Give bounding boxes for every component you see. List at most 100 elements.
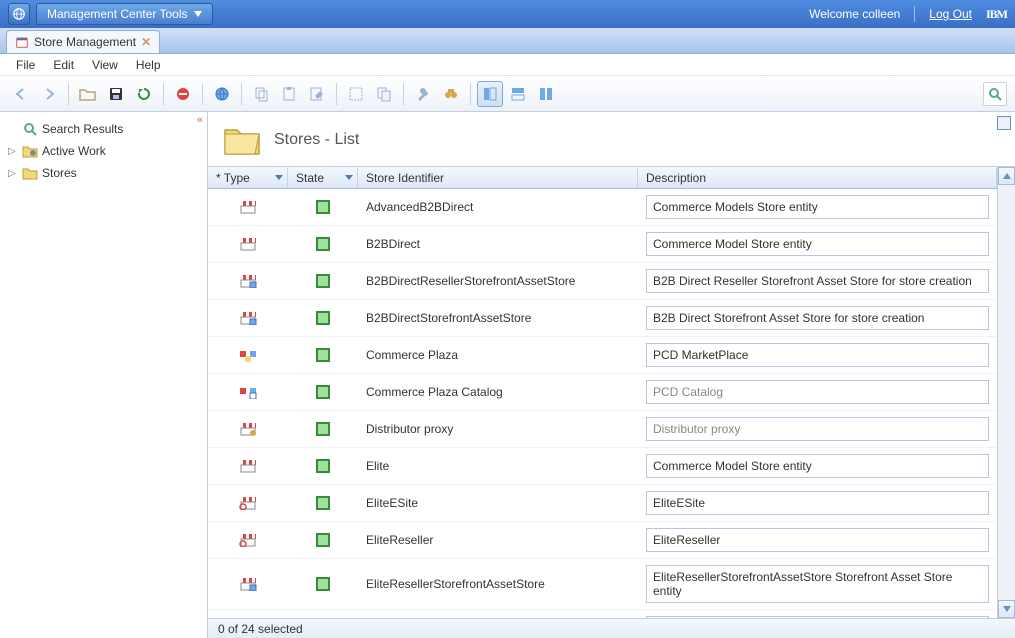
tree-label: Stores [42, 166, 77, 180]
description-field[interactable]: B2B Direct Storefront Asset Store for st… [646, 306, 989, 330]
expand-icon[interactable]: ▷ [8, 168, 18, 179]
refresh-button[interactable] [131, 81, 157, 107]
description-field[interactable]: B2B Direct Reseller Storefront Asset Sto… [646, 269, 989, 293]
select-all-button[interactable] [343, 81, 369, 107]
arrow-left-icon [13, 87, 29, 101]
col-label: * Type [216, 171, 250, 185]
preview-button[interactable] [209, 81, 235, 107]
tree-item-stores[interactable]: ▷ Stores [4, 162, 203, 184]
open-button[interactable] [75, 81, 101, 107]
back-button[interactable] [8, 81, 34, 107]
folder-large-icon [222, 122, 262, 158]
cell-identifier: EliteESite [358, 494, 638, 512]
table-row[interactable]: Commerce Plaza CatalogPCD Catalog [208, 374, 997, 411]
col-header-type[interactable]: * Type [208, 168, 288, 188]
vertical-scrollbar[interactable] [997, 167, 1015, 618]
paste-button[interactable] [276, 81, 302, 107]
cell-type [208, 531, 288, 549]
store-type-icon [239, 348, 257, 362]
tab-store-management[interactable]: Store Management ✕ [6, 30, 160, 53]
restore-window-icon[interactable] [997, 116, 1011, 130]
table-row[interactable]: B2BDirectCommerce Model Store entity [208, 226, 997, 263]
col-header-state[interactable]: State [288, 168, 358, 188]
find-button[interactable] [438, 81, 464, 107]
refresh-icon [136, 86, 152, 102]
table-row[interactable]: Distributor proxyDistributor proxy [208, 411, 997, 448]
menu-view[interactable]: View [84, 56, 126, 74]
grid-header: * Type State Store Identifier Descriptio… [208, 167, 997, 189]
col-header-description[interactable]: Description [638, 168, 997, 188]
show-split-button[interactable] [505, 81, 531, 107]
store-tab-icon [15, 35, 29, 49]
state-open-icon [316, 237, 330, 251]
table-row[interactable]: B2BDirectStorefrontAssetStoreB2B Direct … [208, 300, 997, 337]
col-header-identifier[interactable]: Store Identifier [358, 168, 638, 188]
tools-menu-label: Management Center Tools [47, 7, 188, 21]
cell-type [208, 235, 288, 253]
chevron-down-icon [194, 11, 202, 17]
table-row[interactable]: EliteReseller EliteReseller [208, 522, 997, 559]
duplicate-button[interactable] [371, 81, 397, 107]
cell-identifier: EliteReseller [358, 531, 638, 549]
table-row[interactable]: EliteResellerStorefrontAssetStoreEliteRe… [208, 559, 997, 610]
description-field[interactable]: Commerce Model Store entity [646, 454, 989, 478]
forward-button[interactable] [36, 81, 62, 107]
tab-close-icon[interactable]: ✕ [141, 35, 151, 49]
tools-menu-dropdown[interactable]: Management Center Tools [36, 3, 213, 25]
table-row[interactable]: B2BDirectResellerStorefrontAssetStoreB2B… [208, 263, 997, 300]
table-row[interactable]: AdvancedB2BDirectCommerce Models Store e… [208, 189, 997, 226]
sidebar-collapse-icon[interactable]: « [197, 114, 203, 126]
show-columns-button[interactable] [533, 81, 559, 107]
copy-button[interactable] [248, 81, 274, 107]
description-field[interactable]: Commerce Models Store entity [646, 195, 989, 219]
globe-button[interactable] [8, 3, 30, 25]
description-field[interactable]: Commerce Model Store entity [646, 232, 989, 256]
menu-help[interactable]: Help [128, 56, 169, 74]
tree-item-active-work[interactable]: ▷ Active Work [4, 140, 203, 162]
cell-type [208, 309, 288, 327]
logout-link[interactable]: Log Out [929, 7, 972, 21]
dropdown-icon[interactable] [275, 175, 283, 180]
table-row[interactable]: EliteStorefrontAssetStoreEliteStorefront… [208, 610, 997, 618]
table-row[interactable]: Commerce PlazaPCD MarketPlace [208, 337, 997, 374]
table-row[interactable]: EliteCommerce Model Store entity [208, 448, 997, 485]
split-h-icon [510, 86, 526, 102]
grid-body[interactable]: AdvancedB2BDirectCommerce Models Store e… [208, 189, 997, 618]
description-field[interactable]: PCD MarketPlace [646, 343, 989, 367]
description-field[interactable]: EliteESite [646, 491, 989, 515]
save-button[interactable] [103, 81, 129, 107]
col-label: Description [646, 171, 706, 185]
scroll-up-icon[interactable] [998, 167, 1015, 185]
menu-file[interactable]: File [8, 56, 43, 74]
separator [163, 83, 164, 105]
folder-gear-icon [22, 143, 38, 159]
edit-column-button[interactable] [304, 81, 330, 107]
description-field[interactable]: EliteReseller [646, 528, 989, 552]
folder-icon [22, 165, 38, 181]
dropdown-icon[interactable] [345, 175, 353, 180]
cell-description: PCD Catalog [638, 378, 997, 406]
select-all-icon [348, 86, 364, 102]
state-open-icon [316, 533, 330, 547]
stop-button[interactable] [170, 81, 196, 107]
table-row[interactable]: EliteESite EliteESite [208, 485, 997, 522]
menu-edit[interactable]: Edit [45, 56, 82, 74]
tab-strip: Store Management ✕ [0, 28, 1015, 54]
store-type-icon [239, 237, 257, 251]
cell-state [288, 309, 358, 327]
cell-description: EliteResellerStorefrontAssetStore Storef… [638, 563, 997, 605]
description-field[interactable]: EliteResellerStorefrontAssetStore Storef… [646, 565, 989, 603]
separator [202, 83, 203, 105]
search-icon [988, 87, 1002, 101]
cell-description: Commerce Models Store entity [638, 193, 997, 221]
cell-type [208, 272, 288, 290]
show-list-button[interactable] [477, 81, 503, 107]
state-open-icon [316, 348, 330, 362]
expand-icon[interactable]: ▷ [8, 146, 18, 157]
scroll-down-icon[interactable] [998, 600, 1015, 618]
status-bar: 0 of 24 selected [208, 618, 1015, 638]
separator [68, 83, 69, 105]
tree-item-search-results[interactable]: Search Results [4, 118, 203, 140]
properties-button[interactable] [410, 81, 436, 107]
toolbar-search-button[interactable] [983, 82, 1007, 106]
